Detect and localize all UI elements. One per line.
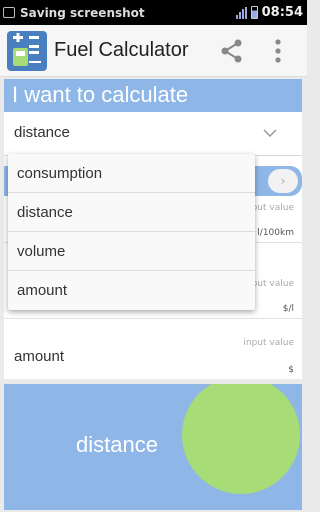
status-time: 08:54: [261, 5, 303, 20]
status-notification: Saving screenshot: [20, 5, 145, 20]
result-label: distance: [76, 432, 158, 457]
chevron-down-icon: [263, 129, 277, 138]
mode-toggle[interactable]: ›: [268, 169, 298, 193]
amount-input[interactable]: input value: [243, 338, 294, 348]
dropdown-option-volume[interactable]: volume: [8, 232, 255, 271]
amount-field[interactable]: amount input value $: [4, 334, 302, 379]
result-panel: distance: [4, 384, 302, 510]
screenshot-icon: [3, 7, 15, 18]
battery-icon: [250, 6, 258, 19]
target-dropdown-menu: consumption distance volume amount: [8, 154, 255, 310]
dropdown-option-distance[interactable]: distance: [8, 193, 255, 232]
app-bar: Fuel Calculator: [0, 25, 307, 77]
calculate-banner: I want to calculate: [4, 79, 302, 112]
signal-icon: [235, 6, 247, 19]
status-bar: Saving screenshot 08:54: [0, 0, 307, 25]
app-title: Fuel Calculator: [54, 39, 189, 61]
share-icon[interactable]: [219, 38, 245, 64]
consumption-unit: l/100km: [257, 228, 294, 238]
dropdown-option-amount[interactable]: amount: [8, 271, 255, 310]
amount-label: amount: [14, 348, 65, 365]
banner-title: I want to calculate: [12, 82, 189, 107]
fuel-calculator-logo-icon: [7, 31, 47, 71]
volume-unit: $/l: [282, 304, 294, 314]
status-right: 08:54: [235, 0, 303, 25]
status-left: Saving screenshot: [3, 0, 145, 25]
amount-unit: $: [288, 365, 294, 375]
dropdown-option-consumption[interactable]: consumption: [8, 154, 255, 193]
result-circle: [182, 384, 300, 494]
selected-target: distance: [14, 124, 70, 141]
calculate-target-select[interactable]: distance: [4, 112, 302, 156]
more-vert-icon[interactable]: [266, 38, 290, 64]
